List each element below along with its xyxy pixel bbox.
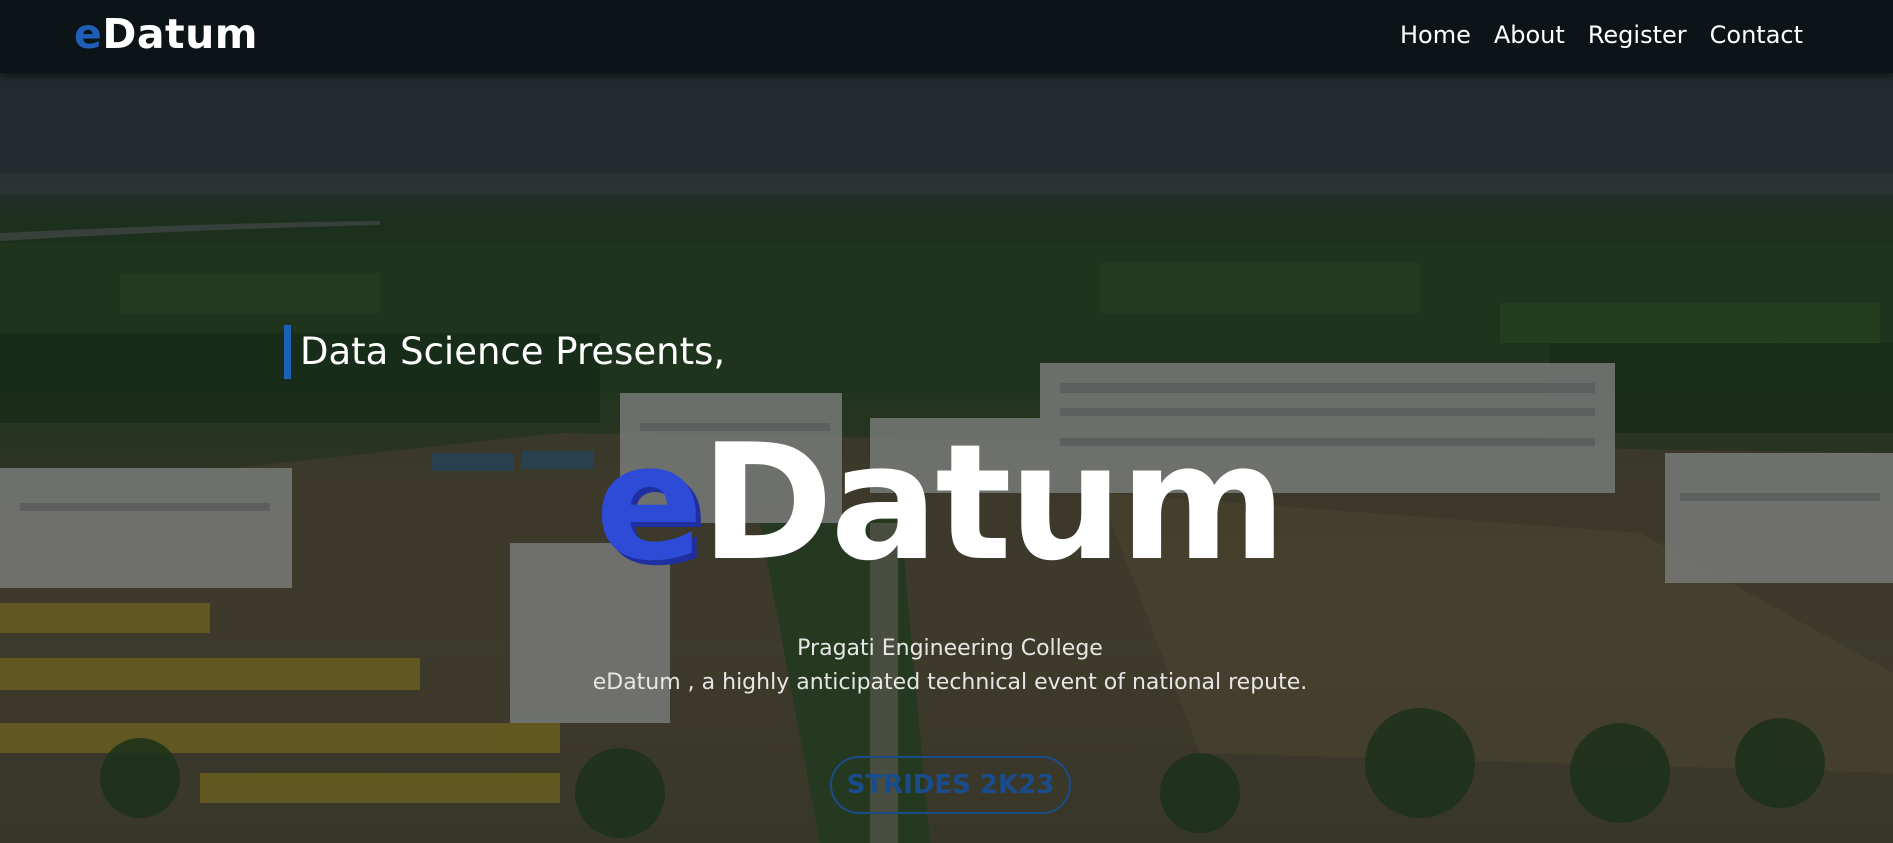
brand-logo-prefix: e	[74, 10, 103, 58]
nav-link-home[interactable]: Home	[1400, 18, 1471, 52]
nav-link-register[interactable]: Register	[1588, 18, 1687, 52]
nav-links: Home About Register Contact	[1400, 18, 1803, 52]
hero-college-name: Pragati Engineering College	[797, 636, 1103, 661]
hero-section: Data Science Presents, eDatum Pragati En…	[0, 73, 1893, 843]
hero-tagline: eDatum , a highly anticipated technical …	[592, 670, 1308, 695]
brand-logo-name: Datum	[102, 10, 259, 58]
nav-link-about[interactable]: About	[1494, 18, 1565, 52]
hero-title-prefix: e	[595, 409, 704, 596]
nav-link-contact[interactable]: Contact	[1710, 18, 1803, 52]
hero-title: eDatum	[595, 403, 1287, 603]
strides-cta-button[interactable]: STRIDES 2K23	[830, 756, 1071, 814]
hero-title-name: Datum	[700, 409, 1287, 596]
hero-presents-text: Data Science Presents,	[284, 325, 725, 379]
navbar: eDatum Home About Register Contact	[0, 0, 1893, 73]
brand-logo[interactable]: eDatum	[74, 10, 258, 58]
